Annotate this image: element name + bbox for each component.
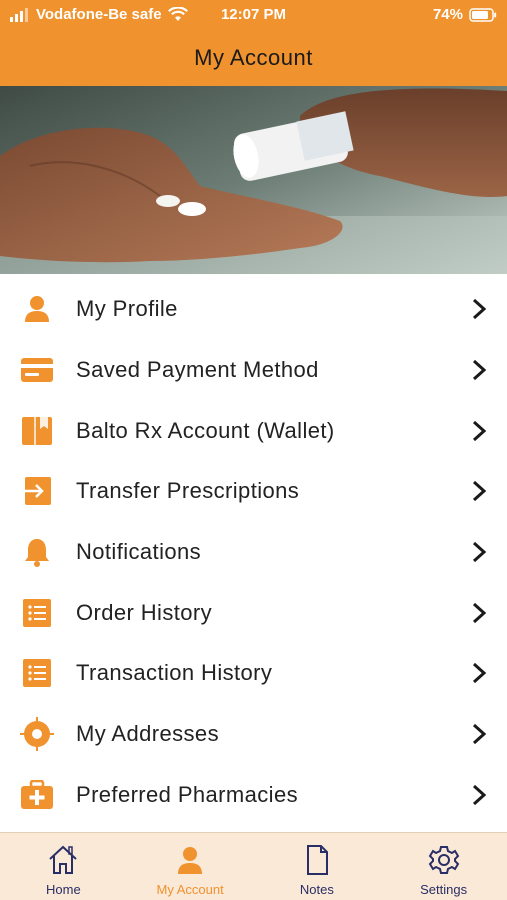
bottom-tab-bar: Home My Account Notes Settings [0,833,507,900]
status-time: 12:07 PM [220,6,287,23]
page-title: My Account [0,30,507,86]
tab-notes[interactable]: Notes [254,833,381,900]
tab-home[interactable]: Home [0,833,127,900]
menu-item-order-history[interactable]: Order History [0,582,507,643]
chevron-right-icon [472,724,487,745]
transfer-arrow-icon [20,474,54,508]
user-icon [20,292,54,326]
chevron-right-icon [472,784,487,805]
menu-item-saved-payment-method[interactable]: Saved Payment Method [0,340,507,401]
menu-item-my-profile[interactable]: My Profile [0,279,507,340]
bell-icon [20,535,54,569]
tab-label: My Account [156,882,224,897]
status-bar: Vodafone-Be safe 12:07 PM 74% [0,0,507,30]
user-icon [178,847,203,874]
menu-item-label: Transfer Prescriptions [76,478,300,504]
menu-item-label: Saved Payment Method [76,357,319,383]
battery-icon [469,7,497,22]
chevron-right-icon [472,602,487,623]
chevron-right-icon [472,299,487,320]
status-right: 74% [433,6,497,23]
home-icon [49,845,78,874]
wallet-book-icon [20,414,54,448]
tab-label: Notes [299,882,334,897]
battery-percent: 74% [432,6,463,23]
menu-item-notifications[interactable]: Notifications [0,522,507,583]
document-icon [306,845,328,875]
chevron-right-icon [472,481,487,502]
menu-item-wallet[interactable]: Balto Rx Account (Wallet) [0,400,507,461]
list-icon [20,656,54,690]
gear-icon [428,846,459,874]
menu-item-label: Notifications [76,539,202,565]
menu-item-label: Preferred Pharmacies [76,781,298,807]
account-menu: My Profile Saved Payment Method Balto Rx… [0,279,507,825]
chevron-right-icon [472,663,487,684]
menu-item-label: Order History [76,599,212,625]
menu-item-label: My Profile [76,296,178,322]
location-target-icon [20,717,54,752]
chevron-right-icon [472,420,487,441]
menu-item-my-addresses[interactable]: My Addresses [0,704,507,765]
tab-label: Home [46,882,81,897]
menu-item-transfer-prescriptions[interactable]: Transfer Prescriptions [0,461,507,522]
menu-item-label: Transaction History [76,660,273,686]
menu-item-preferred-pharmacies[interactable]: Preferred Pharmacies [0,765,507,826]
menu-item-label: Balto Rx Account (Wallet) [76,417,335,443]
chevron-right-icon [472,359,487,381]
menu-item-transaction-history[interactable]: Transaction History [0,643,507,704]
medical-kit-icon [20,778,54,812]
hero-image-pills-in-hand [0,86,507,274]
tab-label: Settings [420,882,468,897]
credit-card-icon [20,353,54,387]
menu-item-label: My Addresses [76,721,219,747]
chevron-right-icon [472,541,487,563]
tab-settings[interactable]: Settings [380,833,507,900]
tab-my-account[interactable]: My Account [127,833,254,900]
list-icon [20,596,54,630]
